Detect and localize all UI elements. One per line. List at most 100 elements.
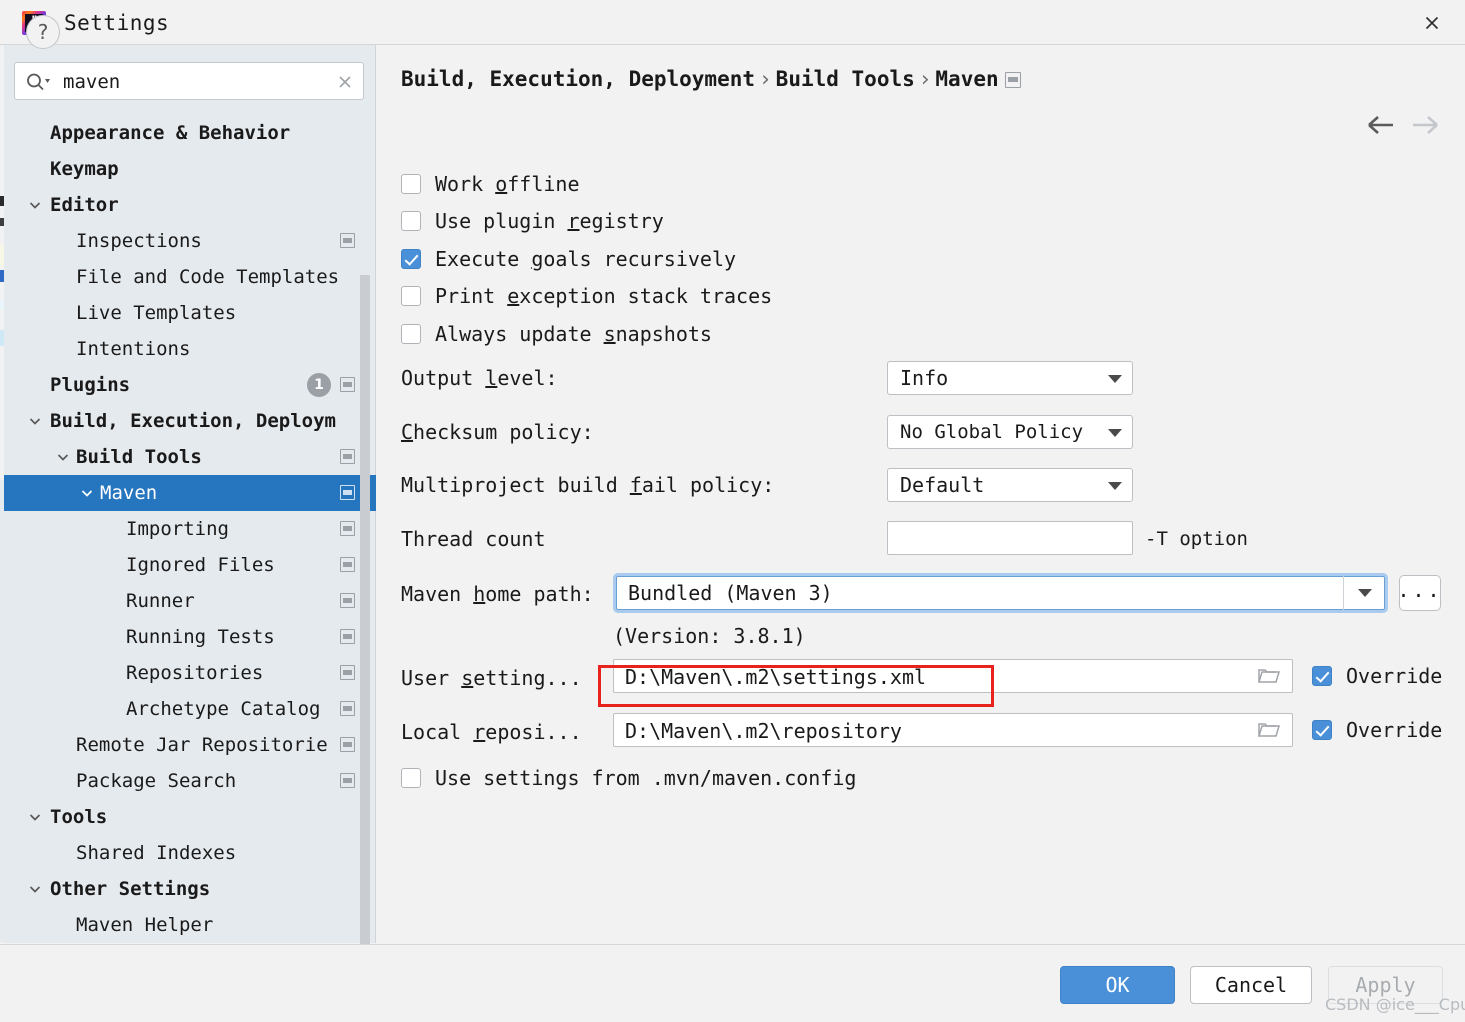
chevron-down-icon — [1108, 482, 1122, 490]
maven-home-path-value: Bundled (Maven 3) — [628, 581, 833, 605]
search-value: maven — [63, 71, 121, 93]
checkbox-row-always-update-snapshots[interactable]: Always update snapshots — [401, 321, 712, 347]
breadcrumb-separator: › — [759, 67, 772, 91]
user-settings-override-row[interactable]: Override — [1312, 663, 1442, 689]
checksum-policy-combo[interactable]: No Global Policy — [887, 415, 1133, 449]
checkbox-print-exception-stack-traces[interactable] — [401, 286, 421, 306]
sidebar-item-build-tools[interactable]: Build Tools — [4, 439, 376, 475]
local-repository-override-row[interactable]: Override — [1312, 717, 1442, 743]
sidebar-item-archetype-catalog[interactable]: Archetype Catalog — [4, 691, 376, 727]
breadcrumb-part[interactable]: Build Tools — [776, 67, 915, 91]
chevron-down-icon[interactable] — [26, 196, 44, 214]
fail-policy-label: Multiproject build fail policy: — [401, 473, 775, 497]
sidebar-item-editor[interactable]: Editor — [4, 187, 376, 223]
maven-home-browse-button[interactable]: ... — [1397, 575, 1441, 611]
settings-main-panel: Build, Execution, Deployment › Build Tools… — [377, 45, 1465, 943]
local-repository-override-checkbox[interactable] — [1312, 720, 1332, 740]
sidebar-item-file-and-code-templates[interactable]: File and Code Templates — [4, 259, 376, 295]
sidebar-item-ignored-files[interactable]: Ignored Files — [4, 547, 376, 583]
sidebar-scrollbar-track — [360, 125, 373, 1022]
sidebar-item-label: Live Templates — [76, 302, 237, 324]
thread-count-input[interactable] — [887, 521, 1133, 555]
sidebar-item-build-execution-deploym[interactable]: Build, Execution, Deploym — [4, 403, 376, 439]
user-settings-value: D:\Maven\.m2\settings.xml — [625, 665, 927, 689]
folder-icon[interactable] — [1257, 667, 1281, 685]
sidebar-item-shared-indexes[interactable]: Shared Indexes — [4, 835, 376, 871]
sidebar-item-package-search[interactable]: Package Search — [4, 763, 376, 799]
sidebar-item-maven[interactable]: Maven — [4, 475, 376, 511]
user-settings-override-checkbox[interactable] — [1312, 666, 1332, 686]
checkbox-row-execute-goals-recursively[interactable]: Execute goals recursively — [401, 246, 736, 272]
chevron-down-icon[interactable] — [1343, 576, 1385, 610]
sidebar-item-label: Runner — [126, 590, 195, 612]
output-level-value: Info — [900, 366, 949, 390]
chevron-down-icon[interactable] — [78, 484, 96, 502]
help-button[interactable]: ? — [26, 15, 60, 49]
mvn-config-label: Use settings from .mvn/maven.config — [435, 766, 857, 790]
checkbox-label: Use plugin registry — [435, 209, 664, 233]
window-title: Settings — [64, 11, 170, 35]
modified-indicator-icon — [340, 521, 355, 536]
settings-dialog: IJ Settings maven — [0, 0, 1465, 1022]
checkbox-row-work-offline[interactable]: Work offline — [401, 171, 580, 197]
mvn-config-row[interactable]: Use settings from .mvn/maven.config — [401, 765, 856, 791]
chevron-down-icon[interactable] — [26, 808, 44, 826]
sidebar-item-tools[interactable]: Tools — [4, 799, 376, 835]
sidebar-item-live-templates[interactable]: Live Templates — [4, 295, 376, 331]
sidebar-item-label: Intentions — [76, 338, 191, 360]
search-icon[interactable] — [25, 72, 51, 92]
checkbox-row-use-plugin-registry[interactable]: Use plugin registry — [401, 208, 664, 234]
search-input[interactable]: maven — [14, 62, 364, 100]
sidebar-item-importing[interactable]: Importing — [4, 511, 376, 547]
arrow-right-icon[interactable] — [1410, 113, 1440, 137]
sidebar-item-label: Maven — [100, 482, 158, 504]
sidebar-item-label: Package Search — [76, 770, 237, 792]
arrow-left-icon[interactable] — [1366, 113, 1396, 137]
checkbox-label: Work offline — [435, 172, 580, 196]
sidebar-item-label: Ignored Files — [126, 554, 275, 576]
sidebar-item-label: Maven Helper — [76, 914, 214, 936]
checkbox-execute-goals-recursively[interactable] — [401, 249, 421, 269]
chevron-down-icon[interactable] — [26, 412, 44, 430]
output-level-label: Output level: — [401, 366, 558, 390]
sidebar-item-keymap[interactable]: Keymap — [4, 151, 376, 187]
clear-icon[interactable] — [336, 73, 354, 91]
chevron-down-icon[interactable] — [54, 448, 72, 466]
local-repository-input[interactable]: D:\Maven\.m2\repository — [613, 713, 1293, 747]
ok-button[interactable]: OK — [1060, 966, 1175, 1004]
sidebar-item-inspections[interactable]: Inspections — [4, 223, 376, 259]
sidebar-item-label: File and Code Templates — [76, 266, 340, 288]
sidebar-item-repositories[interactable]: Repositories — [4, 655, 376, 691]
sidebar-item-other-settings[interactable]: Other Settings — [4, 871, 376, 907]
sidebar-item-maven-helper[interactable]: Maven Helper — [4, 907, 376, 943]
breadcrumb-part[interactable]: Maven — [935, 67, 998, 91]
checkbox-use-plugin-registry[interactable] — [401, 211, 421, 231]
fail-policy-combo[interactable]: Default — [887, 468, 1133, 502]
checkbox-row-print-exception-stack-traces[interactable]: Print exception stack traces — [401, 283, 772, 309]
sidebar-item-plugins[interactable]: Plugins 1 — [4, 367, 376, 403]
output-level-combo[interactable]: Info — [887, 361, 1133, 395]
sidebar-item-label: Archetype Catalog — [126, 698, 321, 720]
breadcrumb-part[interactable]: Build, Execution, Deployment — [401, 67, 755, 91]
close-icon[interactable] — [1417, 9, 1447, 37]
thread-count-label: Thread count — [401, 527, 546, 551]
sidebar-item-intentions[interactable]: Intentions — [4, 331, 376, 367]
title-bar: IJ Settings — [0, 0, 1465, 45]
mvn-config-checkbox[interactable] — [401, 768, 421, 788]
sidebar-item-runner[interactable]: Runner — [4, 583, 376, 619]
user-settings-input[interactable]: D:\Maven\.m2\settings.xml — [613, 659, 1293, 693]
sidebar-item-appearance-behavior[interactable]: Appearance & Behavior — [4, 115, 376, 151]
sidebar-item-running-tests[interactable]: Running Tests — [4, 619, 376, 655]
checksum-policy-label: Checksum policy: — [401, 420, 594, 444]
cancel-button[interactable]: Cancel — [1190, 966, 1312, 1004]
maven-home-path-combo[interactable]: Bundled (Maven 3) — [613, 573, 1388, 613]
checkbox-work-offline[interactable] — [401, 174, 421, 194]
chevron-down-icon[interactable] — [26, 880, 44, 898]
user-settings-label: User setting... — [401, 666, 582, 690]
sidebar-scrollbar-thumb[interactable] — [360, 275, 370, 1022]
sidebar-item-label: Appearance & Behavior — [50, 122, 291, 144]
checkbox-always-update-snapshots[interactable] — [401, 324, 421, 344]
sidebar-item-remote-jar-repositorie[interactable]: Remote Jar Repositorie — [4, 727, 376, 763]
modified-indicator-icon — [340, 233, 355, 248]
folder-icon[interactable] — [1257, 721, 1281, 739]
